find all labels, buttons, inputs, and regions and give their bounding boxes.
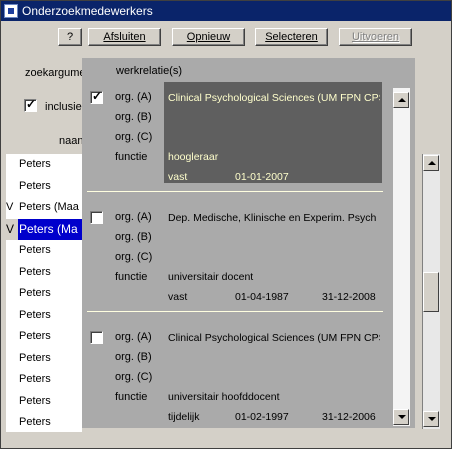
names-list-item[interactable]: Peters	[6, 240, 82, 261]
record-separator	[87, 311, 383, 312]
contract-type-value[interactable]: vast	[168, 291, 228, 303]
label-functie: functie	[115, 391, 148, 403]
names-list-item[interactable]: Peters	[6, 369, 82, 390]
name-text: Peters	[19, 416, 51, 428]
names-scrollbar[interactable]	[422, 154, 440, 429]
names-list-item[interactable]: Peters	[6, 305, 82, 326]
names-list-item[interactable]: Peters	[6, 262, 82, 283]
search-label: zoekargume	[25, 67, 86, 79]
record-checkbox[interactable]	[90, 211, 103, 224]
close-button-label: Afsluiten	[103, 31, 146, 43]
name-text: Peters	[19, 287, 51, 299]
label-c: org. (C)	[115, 251, 153, 263]
name-text: Peters	[19, 308, 51, 321]
reset-button[interactable]: Opnieuw	[172, 28, 245, 46]
row-mark: V	[6, 218, 18, 240]
names-list-item[interactable]: Peters	[6, 283, 82, 304]
end-date-value[interactable]: 31-12-2008	[322, 291, 392, 303]
main-window: Onderzoekmedewerkers ? Afsluiten Opnieuw…	[0, 0, 452, 449]
names-scroll-down-button[interactable]	[423, 411, 439, 427]
start-date-value[interactable]: 01-04-1987	[235, 291, 305, 303]
execute-button-label: Uitvoeren	[351, 31, 400, 43]
name-text: Peters (Maa	[19, 201, 79, 213]
label-b: org. (B)	[115, 231, 152, 243]
work-relations-popup: werkrelatie(s) org. (A) org. (B) org. (C) f…	[82, 58, 415, 428]
app-window-icon	[4, 4, 18, 18]
label-functie: functie	[115, 151, 148, 163]
popup-scroll-up-button[interactable]	[393, 92, 409, 108]
inclusive-label: inclusie	[45, 101, 82, 113]
name-text: Peters	[19, 330, 51, 342]
end-date-value[interactable]: 31-12-2006	[322, 411, 392, 422]
functie-value[interactable]: hoogleraar	[168, 151, 378, 163]
record-checkbox[interactable]	[90, 331, 103, 344]
names-list-item[interactable]: V Peters (Maa	[6, 197, 82, 218]
record-checkbox[interactable]	[90, 89, 103, 104]
arrow-up-icon	[398, 98, 406, 102]
functie-value[interactable]: universitair hoofddocent	[168, 391, 378, 403]
records-list: org. (A) org. (B) org. (C) functie Clinical …	[82, 82, 415, 422]
name-text: Peters	[19, 179, 51, 192]
work-relation-record[interactable]: org. (A) org. (B) org. (C) functie Clinical …	[82, 322, 392, 422]
row-mark: V	[6, 201, 14, 213]
names-list-item[interactable]: Peters	[6, 154, 82, 175]
functie-value[interactable]: universitair docent	[168, 271, 378, 283]
names-scroll-thumb[interactable]	[423, 272, 439, 312]
label-c: org. (C)	[115, 371, 153, 383]
close-button[interactable]: Afsluiten	[88, 28, 161, 46]
name-label: naan	[59, 135, 84, 147]
reset-button-label: Opnieuw	[186, 31, 231, 43]
names-list-item[interactable]: Peters	[6, 348, 82, 369]
name-text: Peters	[19, 373, 51, 385]
names-list-item[interactable]: Peters	[6, 391, 82, 412]
select-button-label: Selecteren	[265, 31, 318, 43]
start-date-value[interactable]: 01-02-1997	[235, 411, 305, 422]
select-button[interactable]: Selecteren	[255, 28, 328, 46]
name-text: Peters	[19, 351, 51, 364]
label-a: org. (A)	[115, 331, 152, 343]
label-a: org. (A)	[115, 211, 152, 223]
contract-type-value[interactable]: tijdelijk	[168, 411, 228, 422]
popup-scrollbar[interactable]	[393, 88, 410, 426]
arrow-up-icon	[428, 161, 436, 165]
label-b: org. (B)	[115, 351, 152, 363]
record-separator	[87, 191, 383, 192]
contract-type-value[interactable]: vast	[168, 171, 228, 183]
popup-title: werkrelatie(s)	[116, 65, 183, 77]
name-text: Peters	[19, 394, 51, 407]
window-title: Onderzoekmedewerkers	[22, 4, 153, 18]
names-list-item[interactable]: Peters	[6, 176, 82, 197]
work-relation-record[interactable]: org. (A) org. (B) org. (C) functie Dep. Medi…	[82, 202, 392, 323]
inclusive-checkbox[interactable]	[24, 97, 37, 112]
name-text: Peters	[19, 158, 51, 170]
execute-button[interactable]: Uitvoeren	[339, 28, 412, 46]
help-button[interactable]: ?	[58, 28, 82, 46]
names-scroll-up-button[interactable]	[423, 155, 439, 171]
start-date-value[interactable]: 01-01-2007	[235, 171, 305, 183]
popup-scroll-down-button[interactable]	[393, 409, 409, 425]
org-a-value[interactable]: Dep. Medische, Klinische en Experim. Psy…	[168, 212, 380, 224]
title-bar: Onderzoekmedewerkers	[1, 1, 451, 21]
label-functie: functie	[115, 271, 148, 283]
org-a-value[interactable]: Clinical Psychological Sciences (UM FPN …	[168, 332, 380, 344]
name-text: Peters (Ma	[19, 221, 78, 236]
arrow-down-icon	[428, 417, 436, 421]
names-list: Peters Peters V Peters (Maa V Peters (Ma Peter…	[6, 154, 82, 432]
names-list-item[interactable]: Peters	[6, 412, 82, 433]
label-a: org. (A)	[115, 91, 152, 103]
names-list-item[interactable]: Peters	[6, 326, 82, 347]
names-list-item[interactable]: V Peters (Ma	[6, 218, 82, 240]
label-b: org. (B)	[115, 111, 152, 123]
name-text: Peters	[19, 265, 51, 278]
work-relation-record[interactable]: org. (A) org. (B) org. (C) functie Clinical …	[82, 82, 392, 203]
name-text: Peters	[19, 244, 51, 256]
arrow-down-icon	[398, 415, 406, 419]
label-c: org. (C)	[115, 131, 153, 143]
org-a-value[interactable]: Clinical Psychological Sciences (UM FPN …	[168, 92, 380, 104]
